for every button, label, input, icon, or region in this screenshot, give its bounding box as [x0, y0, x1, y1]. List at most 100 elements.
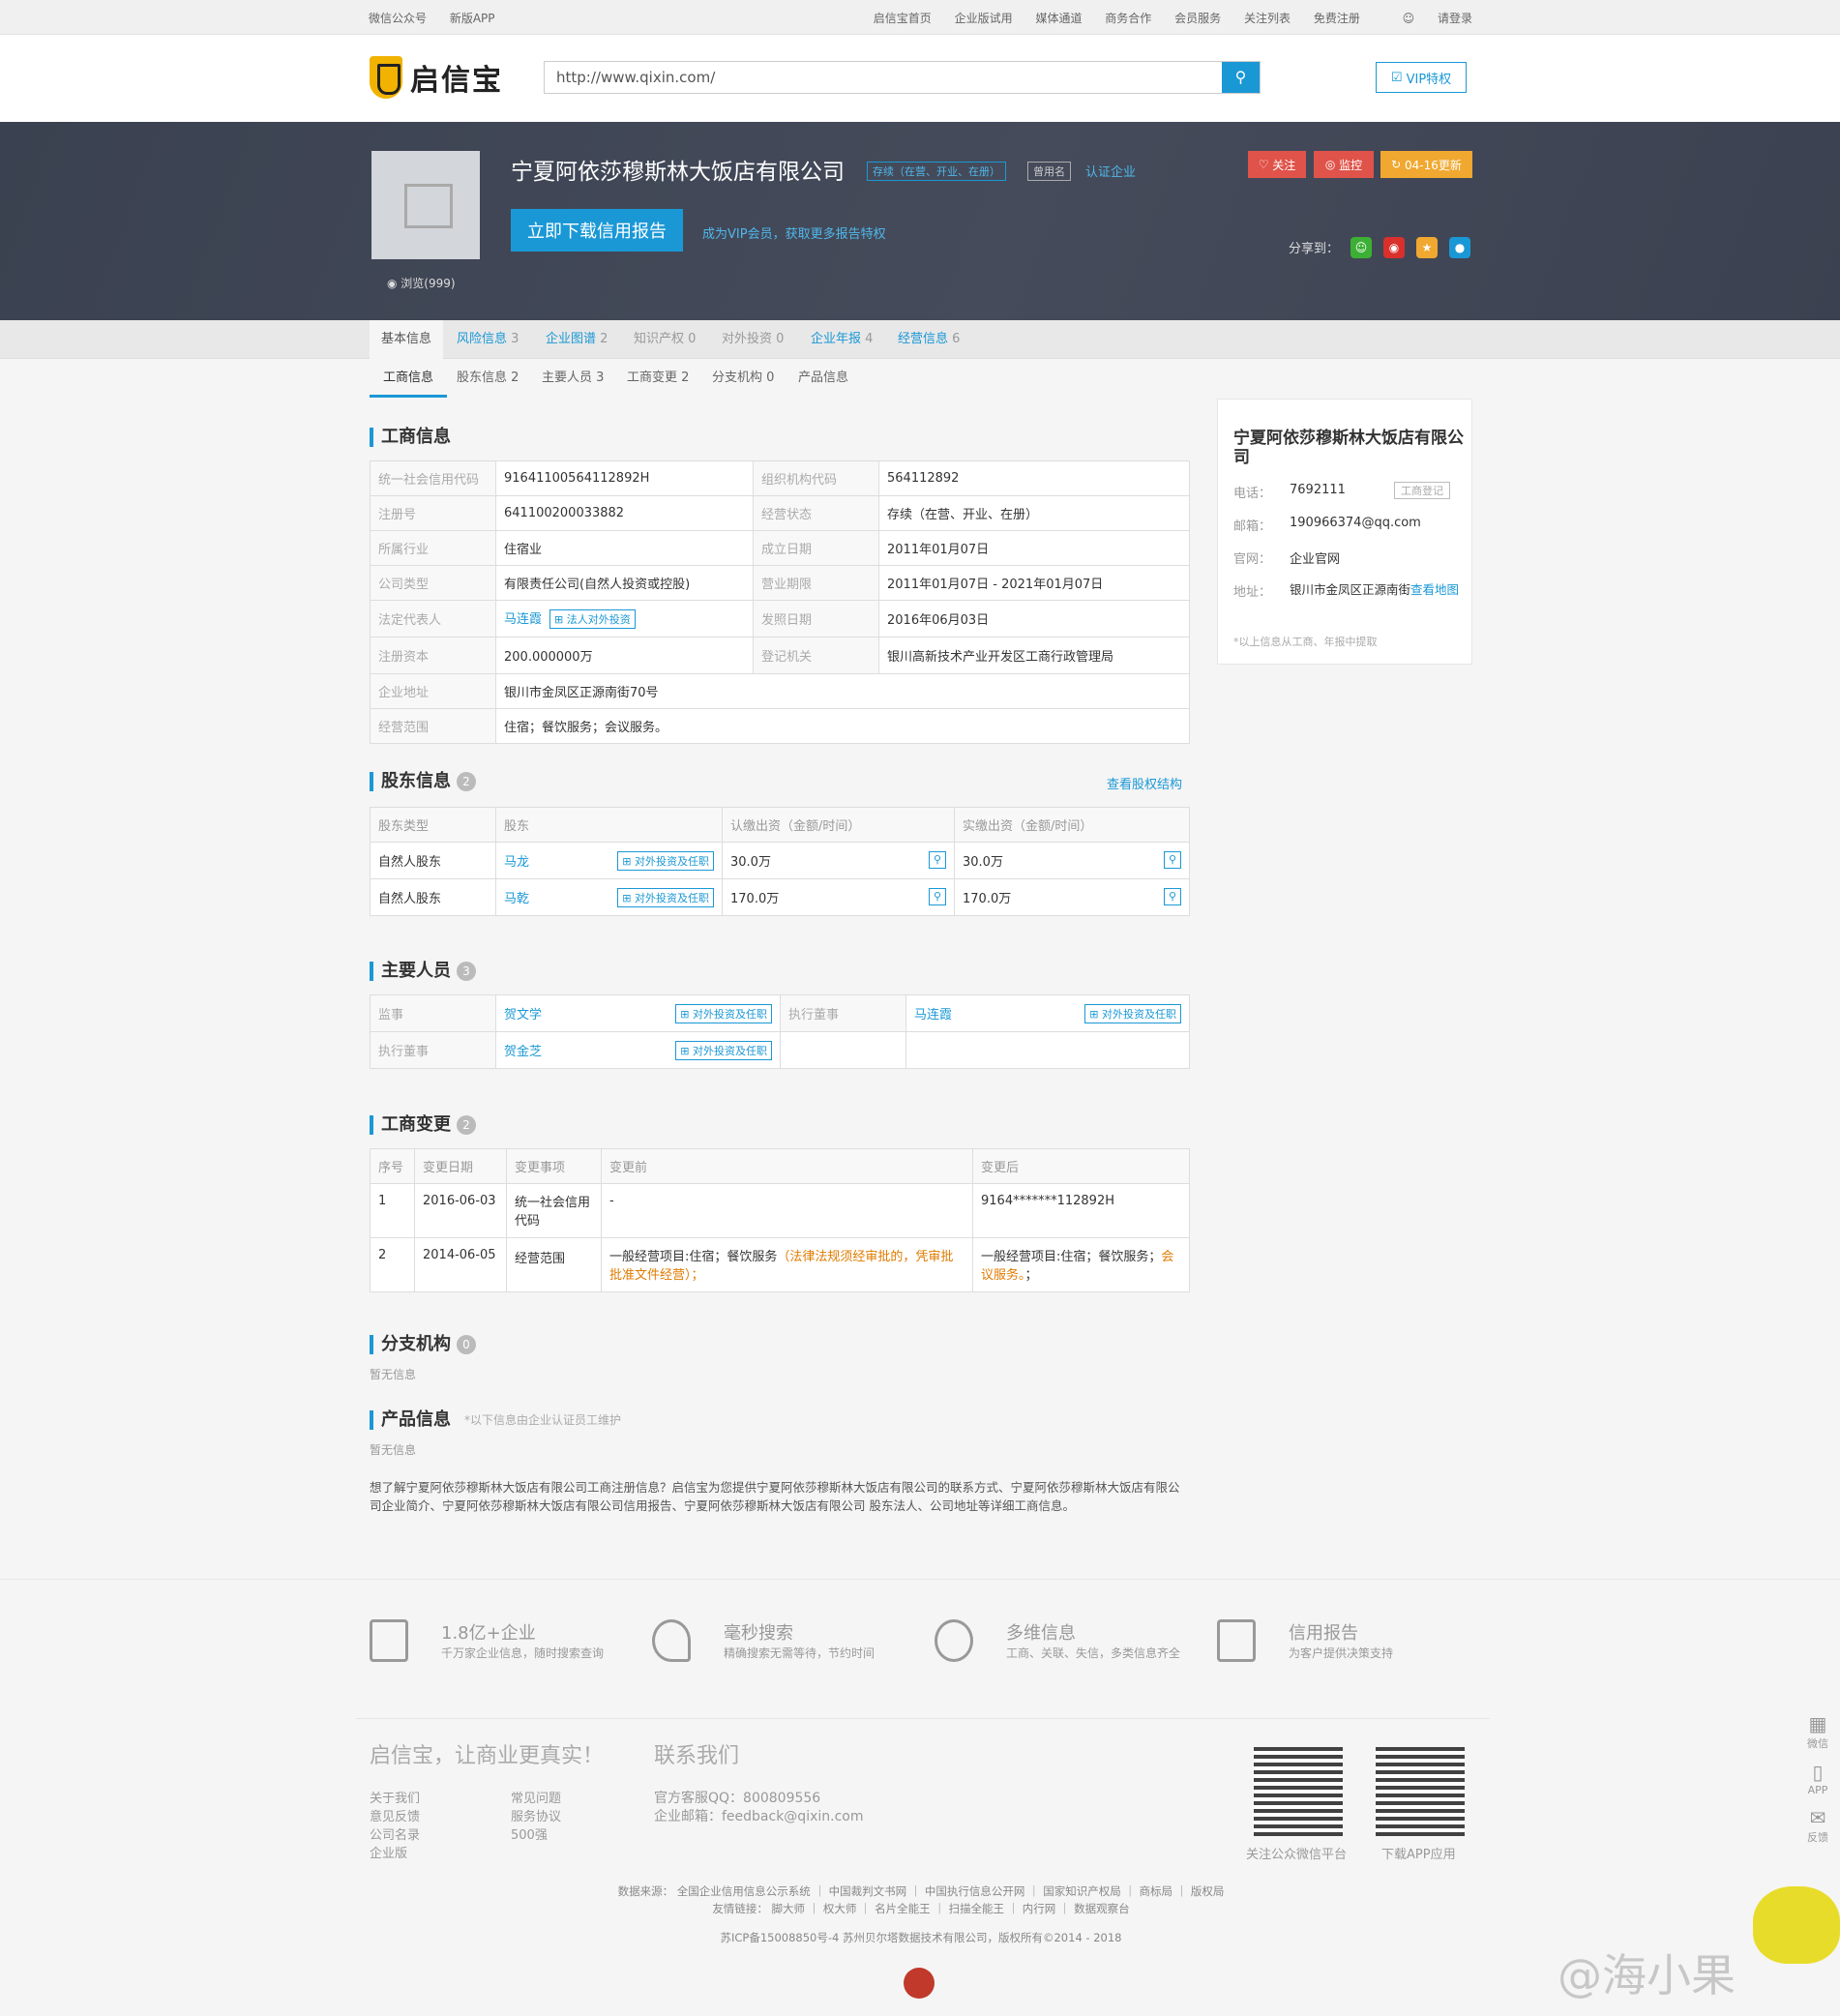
follow-button[interactable]: ♡ 关注	[1248, 151, 1306, 178]
subtab-changes[interactable]: 工商变更 2	[627, 359, 689, 398]
staff-count-badge: 3	[457, 962, 476, 981]
qr1-label: 关注公众微信平台	[1246, 1848, 1348, 1862]
alias-badge[interactable]: 曾用名	[1027, 162, 1071, 181]
tab-basic-info[interactable]: 基本信息	[370, 320, 443, 359]
wechat-share-icon[interactable]: ☺	[1350, 237, 1372, 258]
weibo-share-icon[interactable]: ◉	[1383, 237, 1405, 258]
wechat-float-button[interactable]: ▦ 微信	[1795, 1712, 1840, 1751]
qq-share-icon[interactable]: ●	[1449, 237, 1470, 258]
search-button[interactable]: ⚲	[1222, 62, 1260, 93]
app-qr-code	[1376, 1747, 1465, 1836]
tab-risk-info[interactable]: 风险信息 3	[457, 320, 519, 359]
update-button[interactable]: ↻ 04-16更新	[1380, 151, 1472, 178]
subtab-biz[interactable]: 工商信息	[370, 359, 447, 398]
topbar-follow-link[interactable]: 关注列表	[1244, 12, 1291, 25]
person-invest-button[interactable]: ⊞ 对外投资及任职	[675, 1003, 772, 1023]
logo-text: 启信宝	[410, 64, 503, 98]
qr2-label: 下载APP应用	[1381, 1848, 1456, 1862]
tab-annual-report[interactable]: 企业年报 4	[811, 320, 873, 359]
person-invest-button[interactable]: ⊞ 对外投资及任职	[1084, 1003, 1181, 1023]
topbar-biz-link[interactable]: 商务合作	[1105, 12, 1151, 25]
top500-link[interactable]: 500强	[511, 1826, 561, 1845]
wechat-qr-code	[1254, 1747, 1343, 1836]
tab-investment[interactable]: 对外投资 0	[722, 320, 784, 359]
subtab-branch[interactable]: 分支机构 0	[712, 359, 774, 398]
feedback-link[interactable]: 意见反馈	[370, 1808, 420, 1826]
monitor-button[interactable]: ◎ 监控	[1314, 151, 1374, 178]
export-icon: ⊞	[680, 1007, 693, 1021]
tab-graph[interactable]: 企业图谱 2	[546, 320, 608, 359]
logo-shield-icon	[370, 56, 402, 99]
subtab-product[interactable]: 产品信息	[798, 359, 848, 398]
export-icon: ⊞	[1089, 1007, 1102, 1021]
view-count: ◉ 浏览(999)	[387, 277, 456, 290]
topbar-enterprise-link[interactable]: 企业版试用	[955, 12, 1013, 25]
subtab-holders[interactable]: 股东信息 2	[457, 359, 519, 398]
heart-icon: ♡	[1258, 158, 1273, 171]
contact-card: 宁夏阿依莎穆斯林大饭店有限公司 电话： 7692111 工商登记 邮箱： 190966…	[1217, 399, 1472, 665]
tab-operation[interactable]: 经营信息 6	[898, 320, 960, 359]
enterprise-link[interactable]: 企业版	[370, 1845, 420, 1863]
magnifier-icon[interactable]: ⚲	[929, 888, 946, 905]
email-link[interactable]: 190966374@qq.com	[1290, 516, 1421, 530]
feedback-float-button[interactable]: ✉ 反馈	[1795, 1806, 1840, 1845]
friend-links: 友情链接： 脚大师 ｜ 权大师 ｜ 名片全能王 ｜ 扫描全能王 ｜ 内行网 ｜ …	[712, 1902, 1130, 1915]
share-label: 分享到：	[1289, 242, 1340, 256]
logo[interactable]: 启信宝	[370, 56, 503, 99]
holder-invest-button[interactable]: ⊞ 对外投资及任职	[617, 850, 714, 871]
holder-link[interactable]: 马乾	[504, 892, 529, 906]
magnifier-icon[interactable]: ⚲	[929, 851, 946, 869]
feature-strip: 1.8亿+企业 千万家企业信息，随时搜索查询 毫秒搜索 精确搜索无需等待，节约时间 …	[0, 1616, 1840, 1722]
holder-link[interactable]: 马龙	[504, 855, 529, 870]
topbar-register-link[interactable]: 免费注册	[1314, 12, 1360, 25]
view-map-link[interactable]: 查看地图	[1410, 582, 1459, 597]
legal-invest-button[interactable]: ⊞ 法人对外投资	[549, 609, 636, 629]
holder-invest-button[interactable]: ⊞ 对外投资及任职	[617, 887, 714, 907]
footer-links-col2: 常见问题 服务协议 500强	[511, 1790, 561, 1845]
website-link[interactable]: 企业官网	[1290, 548, 1340, 567]
subtab-staff[interactable]: 主要人员 3	[542, 359, 604, 398]
topbar-member-link[interactable]: 会员服务	[1174, 12, 1221, 25]
faq-link[interactable]: 常见问题	[511, 1790, 561, 1808]
report-icon	[1217, 1619, 1256, 1662]
vip-button[interactable]: ☑ VIP特权	[1376, 62, 1467, 93]
directory-link[interactable]: 公司名录	[370, 1826, 420, 1845]
terms-link[interactable]: 服务协议	[511, 1808, 561, 1826]
legal-rep-link[interactable]: 马连霞	[504, 612, 542, 627]
search-input[interactable]	[545, 62, 1222, 93]
export-icon: ⊞	[622, 854, 635, 868]
magnifier-icon[interactable]: ⚲	[1164, 888, 1181, 905]
branch-section-title: 分支机构 0	[370, 1335, 476, 1354]
company-banner: ◉ 浏览(999) 宁夏阿依莎穆斯林大饭店有限公司 存续（在营、开业、在册） 曾…	[0, 122, 1840, 320]
topbar-app-link[interactable]: 新版APP	[450, 12, 495, 25]
person-link[interactable]: 贺文学	[504, 1008, 542, 1023]
about-link[interactable]: 关于我们	[370, 1790, 420, 1808]
person-link[interactable]: 贺金芝	[504, 1045, 542, 1059]
download-report-button[interactable]: 立即下载信用报告	[511, 209, 683, 252]
topbar-home-link[interactable]: 启信宝首页	[874, 12, 932, 25]
table-row: 法定代表人 马连霞 ⊞ 法人对外投资 发照日期 2016年06月03日	[370, 600, 1190, 637]
tab-ip[interactable]: 知识产权 0	[634, 320, 696, 359]
topbar-wechat-link[interactable]: 微信公众号	[369, 12, 427, 25]
equity-structure-link[interactable]: 查看股权结构	[1107, 774, 1182, 792]
footer-contact-title: 联系我们	[654, 1744, 740, 1768]
top-bar: 微信公众号 新版APP 启信宝首页 企业版试用 媒体通道 商务合作 会员服务 关…	[0, 0, 1840, 35]
phone-icon: ▯	[1812, 1761, 1824, 1784]
topbar-login-link[interactable]: ☺ 请登录	[1383, 12, 1472, 25]
app-float-button[interactable]: ▯ APP	[1795, 1761, 1840, 1796]
qzone-share-icon[interactable]: ★	[1416, 237, 1438, 258]
qr-icon: ▦	[1808, 1712, 1827, 1735]
person-invest-button[interactable]: ⊞ 对外投资及任职	[675, 1040, 772, 1060]
contact-card-title: 宁夏阿依莎穆斯林大饭店有限公司	[1233, 429, 1464, 467]
phone-value: 7692111 工商登记	[1290, 482, 1450, 499]
search-icon: ⚲	[1234, 70, 1247, 86]
pin-icon: ◎	[1324, 158, 1340, 171]
person-link[interactable]: 马连霞	[914, 1008, 952, 1023]
topbar-media-link[interactable]: 媒体通道	[1035, 12, 1082, 25]
search-bar: ⚲	[544, 61, 1261, 94]
vip-note-link[interactable]: 成为VIP会员，获取更多报告特权	[702, 223, 886, 242]
changes-count-badge: 2	[457, 1115, 476, 1135]
magnifier-icon[interactable]: ⚲	[1164, 851, 1181, 869]
certified-label[interactable]: 认证企业	[1085, 162, 1136, 180]
holders-table: 股东类型 股东 认缴出资（金额/时间） 实缴出资（金额/时间） 自然人股东 马龙 ⊞ 对外…	[370, 807, 1190, 916]
